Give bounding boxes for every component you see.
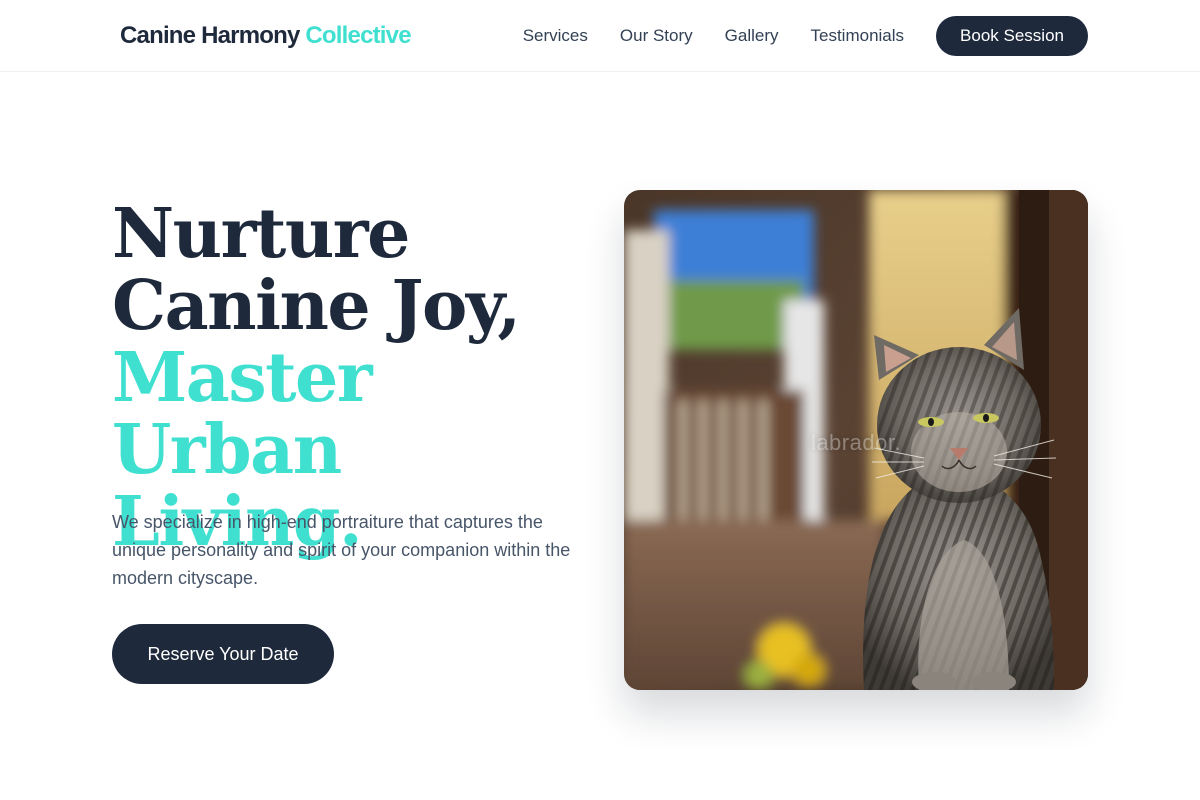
nav-services[interactable]: Services [523,16,588,56]
hero-photo: labrador. [624,190,1088,690]
hero-subtitle: We specialize in high-end portraiture th… [112,512,571,588]
hero-title: Nurture Canine Joy, Master Urban Living. [112,198,592,558]
nav-our-story[interactable]: Our Story [620,16,693,56]
nav-gallery[interactable]: Gallery [725,16,779,56]
brand-accent: Collective [305,22,411,49]
hero-title-line-1: Nurture [112,194,410,274]
brand-logo[interactable]: Canine Harmony Collective [120,20,412,52]
main-nav: Services Our Story Gallery Testimonials … [523,16,1088,56]
hero-title-line-2: Canine Joy, [112,266,521,346]
brand-name: Canine Harmony [120,22,300,49]
site-header: Canine Harmony Collective Services Our S… [0,0,1200,72]
image-caption: labrador. [810,430,902,455]
nav-testimonials[interactable]: Testimonials [811,16,905,56]
book-session-button[interactable]: Book Session [936,16,1088,56]
reserve-date-button[interactable]: Reserve Your Date [112,624,334,684]
hero-title-line-3: Master Urban [112,338,373,490]
